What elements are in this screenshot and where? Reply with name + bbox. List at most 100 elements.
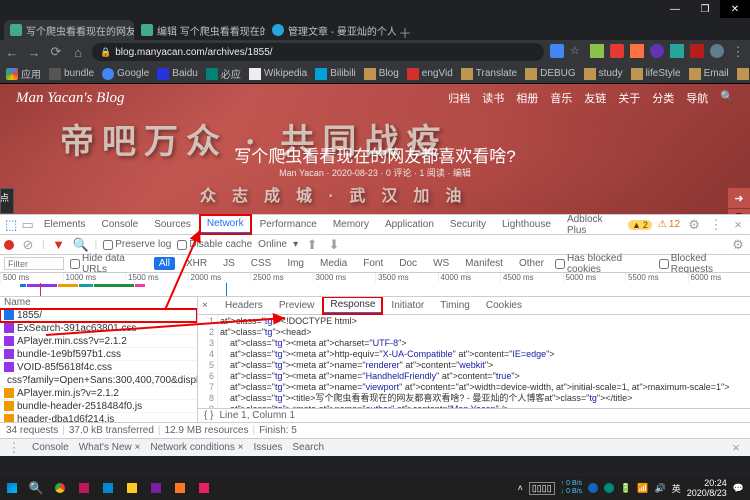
drawer-tab[interactable]: Network conditions × — [150, 442, 243, 453]
browser-tab[interactable]: 编辑 写个爬虫看看现在的网友× — [135, 20, 265, 40]
nav-link[interactable]: 读书 — [482, 90, 504, 106]
device-icon[interactable]: ▭ — [20, 217, 34, 233]
forward-button[interactable]: → — [26, 44, 42, 60]
filter-all[interactable]: All — [154, 257, 175, 270]
blocked-cookies-checkbox[interactable]: Has blocked cookies — [555, 253, 653, 275]
request-row[interactable]: css?family=Open+Sans:300,400,700&display… — [0, 374, 197, 387]
filter-type[interactable]: Font — [358, 257, 388, 270]
tab-initiator[interactable]: Initiator — [384, 298, 431, 313]
preserve-log-checkbox[interactable]: Preserve log — [103, 239, 171, 250]
app-icon[interactable] — [144, 476, 168, 500]
tab-performance[interactable]: Performance — [253, 216, 324, 233]
drawer-tab[interactable]: Issues — [253, 442, 282, 453]
ime-indicator[interactable]: ▯▯▯▯ — [529, 482, 555, 495]
tab-security[interactable]: Security — [443, 216, 493, 233]
search-icon[interactable]: 🔍 — [73, 237, 89, 253]
nav-link[interactable]: 友链 — [584, 90, 606, 106]
star-icon[interactable]: ☆ — [570, 44, 584, 58]
tray-icon[interactable] — [588, 483, 598, 493]
throttling-select[interactable]: Online — [258, 239, 287, 250]
ext-icon[interactable] — [650, 44, 664, 58]
bookmark-item[interactable]: Bilibili — [315, 68, 356, 80]
drawer-tab[interactable]: Console — [32, 442, 69, 453]
comment-button[interactable]: 💬 — [728, 209, 750, 214]
battery-icon[interactable]: 🔋 — [620, 483, 631, 494]
home-button[interactable]: ⌂ — [70, 44, 86, 60]
tab-headers[interactable]: Headers — [218, 298, 270, 313]
request-row[interactable]: VOID-85f5618f4c.css — [0, 361, 197, 374]
share-button[interactable]: ➜ — [728, 188, 750, 208]
clock[interactable]: 20:242020/8/23 — [687, 478, 727, 498]
app-chrome[interactable] — [48, 476, 72, 500]
translate-icon[interactable] — [550, 44, 564, 58]
new-tab-button[interactable]: ＋ — [397, 24, 413, 40]
filter-type[interactable]: Other — [514, 257, 549, 270]
request-row[interactable]: APlayer.min.js?v=2.1.2 — [0, 387, 197, 400]
request-row[interactable]: header-dba1d6f214.js — [0, 413, 197, 422]
response-body[interactable]: 12345678910111213 at">class="tg"><!DOCTY… — [198, 315, 750, 408]
reload-button[interactable]: ⟳ — [48, 44, 64, 60]
filter-type[interactable]: WS — [428, 257, 454, 270]
bookmark-item[interactable]: 必应 — [206, 66, 241, 81]
nav-link[interactable]: 归档 — [448, 90, 470, 106]
filter-type[interactable]: Media — [315, 257, 352, 270]
filter-icon[interactable]: ▼ — [51, 237, 67, 253]
issues-badge[interactable]: ▲2 — [628, 220, 652, 230]
ranking-tab[interactable]: 点击排行 — [0, 188, 14, 214]
inspect-icon[interactable]: ⬚ — [4, 217, 18, 233]
maximize-button[interactable]: ❐ — [690, 0, 720, 18]
filter-type[interactable]: JS — [218, 257, 240, 270]
tab-response[interactable]: Response — [323, 297, 382, 314]
bookmark-item[interactable]: Google — [102, 68, 149, 80]
close-icon[interactable]: × — [730, 217, 746, 233]
drawer-tab[interactable]: What's New × — [79, 442, 141, 453]
upload-icon[interactable]: ⬆ — [304, 237, 320, 253]
app-icon[interactable] — [168, 476, 192, 500]
app-icon[interactable] — [192, 476, 216, 500]
ime-lang[interactable]: 英 — [672, 482, 681, 495]
bookmark-folder[interactable]: study — [584, 68, 623, 80]
tab-lighthouse[interactable]: Lighthouse — [495, 216, 558, 233]
drawer-tab[interactable]: Search — [292, 442, 324, 453]
request-row[interactable]: bundle-header-2518484f0.js — [0, 400, 197, 413]
adobe-icon[interactable] — [690, 44, 704, 58]
filter-type[interactable]: Doc — [394, 257, 422, 270]
timeline-overview[interactable]: 500 ms1000 ms1500 ms2000 ms2500 ms3000 m… — [0, 273, 750, 297]
url-input[interactable]: 🔒blog.manyacan.com/archives/1855/ — [92, 43, 544, 61]
clear-button[interactable]: ⊘ — [20, 237, 36, 253]
gear-icon[interactable]: ⚙ — [686, 217, 702, 233]
warnings-badge[interactable]: ⚠12 — [658, 219, 680, 230]
bookmark-folder[interactable]: Email — [689, 68, 729, 80]
tab-cookies[interactable]: Cookies — [479, 298, 529, 313]
nav-link[interactable]: 关于 — [618, 90, 640, 106]
site-title[interactable]: Man Yacan's Blog — [16, 90, 125, 107]
request-row[interactable]: 1855/ — [0, 309, 197, 322]
avatar-icon[interactable] — [710, 44, 724, 58]
column-header[interactable]: Name — [0, 297, 197, 309]
nav-link[interactable]: 音乐 — [550, 90, 572, 106]
tab-console[interactable]: Console — [95, 216, 146, 233]
disable-cache-checkbox[interactable]: Disable cache — [177, 239, 252, 250]
request-row[interactable]: APlayer.min.css?v=2.1.2 — [0, 335, 197, 348]
wifi-icon[interactable]: 📶 — [637, 483, 648, 494]
close-button[interactable]: ✕ — [720, 0, 750, 18]
tab-application[interactable]: Application — [378, 216, 441, 233]
gear-icon[interactable]: ⚙ — [730, 237, 746, 253]
app-icon[interactable] — [72, 476, 96, 500]
tab-preview[interactable]: Preview — [272, 298, 322, 313]
tab-elements[interactable]: Elements — [37, 216, 93, 233]
bookmark-item[interactable]: bundle — [49, 68, 94, 80]
app-vscode[interactable] — [96, 476, 120, 500]
tab-sources[interactable]: Sources — [147, 216, 198, 233]
download-icon[interactable]: ⬇ — [326, 237, 342, 253]
start-button[interactable] — [0, 476, 24, 500]
ext-icon[interactable] — [610, 44, 624, 58]
nav-link[interactable]: 分类 — [652, 90, 674, 106]
tab-timing[interactable]: Timing — [433, 298, 477, 313]
request-row[interactable]: ExSearch-391ac63801.css — [0, 322, 197, 335]
tab-memory[interactable]: Memory — [326, 216, 376, 233]
apps-button[interactable]: 应用 — [6, 66, 41, 81]
record-button[interactable] — [4, 240, 14, 250]
bookmark-item[interactable]: engVid — [407, 68, 453, 80]
nav-link[interactable]: 导航 — [686, 90, 708, 106]
